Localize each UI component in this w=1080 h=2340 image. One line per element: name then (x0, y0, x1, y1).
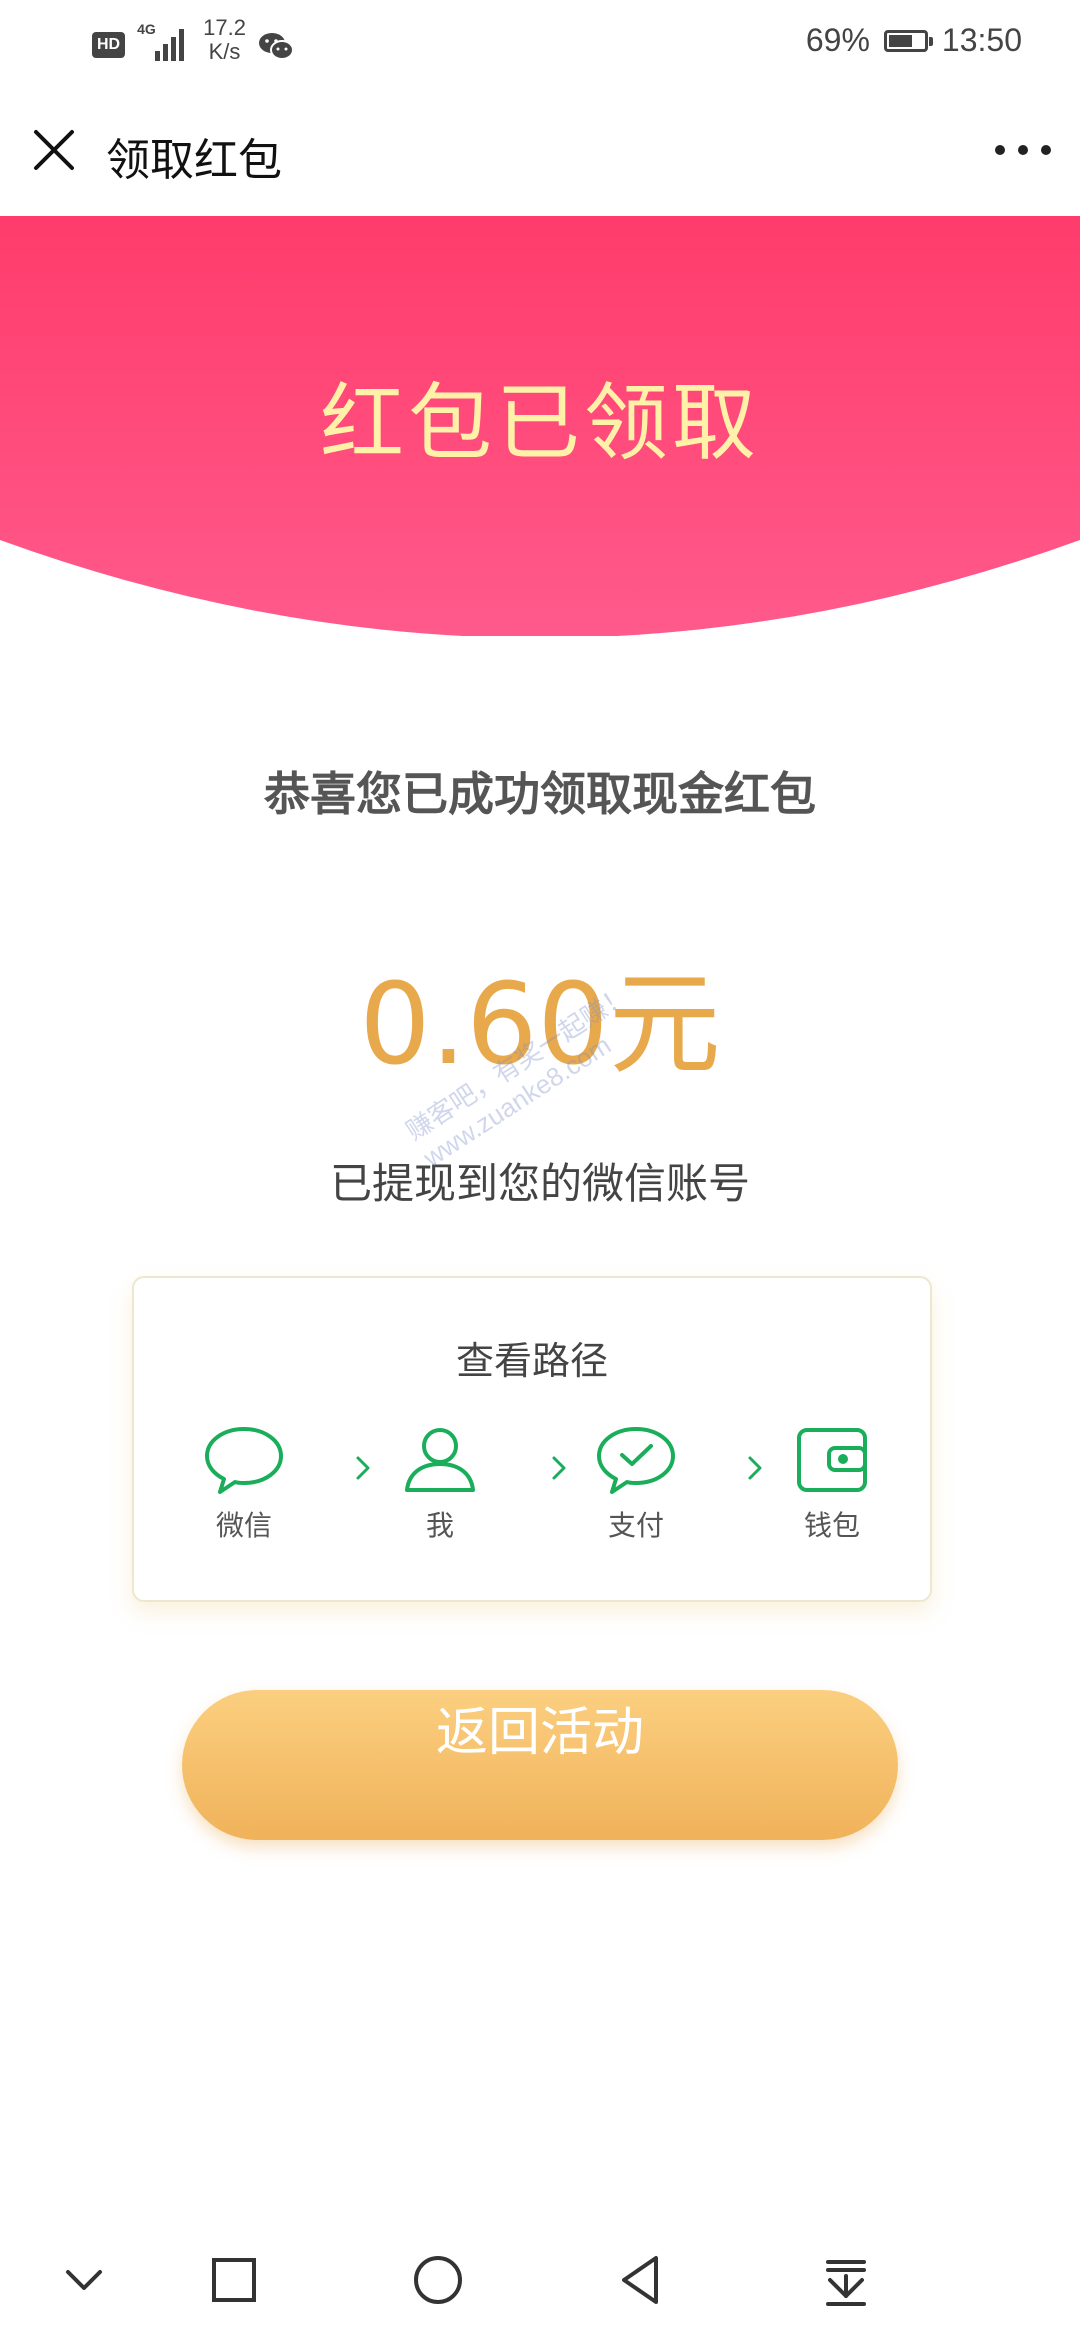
status-right: 69% 13:50 (806, 22, 1022, 59)
path-step-label: 钱包 (803, 1509, 860, 1542)
title-bar: 领取红包 (0, 84, 1080, 216)
banner-title: 红包已领取 (319, 374, 760, 472)
wechat-notification-icon (258, 33, 294, 60)
wallet-icon (797, 1428, 867, 1492)
page-title: 领取红包 (106, 135, 282, 186)
path-step-wallet: 钱包 (772, 1424, 892, 1544)
chat-bubble-icon (205, 1427, 283, 1494)
back-triangle-icon[interactable] (610, 2248, 674, 2312)
chevron-right-icon (552, 1456, 566, 1480)
path-step-me: 我 (380, 1424, 500, 1544)
return-to-activity-button[interactable]: 返回活动 (182, 1690, 898, 1840)
view-path-card: 查看路径 微信 我 支付 钱包 (132, 1276, 932, 1602)
square-icon[interactable] (202, 2248, 266, 2312)
chevron-right-icon (748, 1456, 762, 1480)
path-card-title: 查看路径 (455, 1339, 608, 1383)
network-speed-unit: K/s (208, 39, 241, 64)
path-step-label: 微信 (215, 1509, 272, 1542)
network-speed-value: 17.2 (203, 15, 246, 40)
path-step-wechat: 微信 (184, 1424, 304, 1544)
network-type-label: 4G (137, 21, 156, 37)
withdraw-message: 已提现到您的微信账号 (329, 1159, 750, 1208)
path-step-pay: 支付 (576, 1424, 696, 1544)
path-step-label: 支付 (607, 1509, 664, 1542)
status-left: HD 4G 17.2 K/s (92, 16, 294, 64)
notification-down-icon[interactable] (814, 2248, 878, 2312)
path-step-label: 我 (425, 1509, 454, 1542)
success-message: 恭喜您已成功领取现金红包 (264, 767, 816, 821)
system-nav-bar (0, 2218, 1080, 2340)
close-icon[interactable] (28, 124, 80, 176)
user-icon (405, 1428, 475, 1492)
clock-time: 13:50 (941, 22, 1022, 58)
status-bar: HD 4G 17.2 K/s 69% 13:50 (0, 0, 1080, 84)
red-envelope-banner: 红包已领取 (0, 216, 1080, 636)
chevron-right-icon (356, 1456, 370, 1480)
signal-icon: 4G (137, 17, 191, 63)
more-icon[interactable] (990, 124, 1056, 176)
chevron-down-icon[interactable] (52, 2248, 116, 2312)
hd-badge: HD (92, 32, 126, 58)
battery-fill (888, 34, 912, 47)
network-speed: 17.2 K/s (203, 16, 246, 64)
battery-percent: 69% (805, 22, 870, 58)
battery-icon (883, 29, 933, 52)
circle-icon[interactable] (406, 2248, 470, 2312)
pay-check-icon (597, 1427, 675, 1494)
